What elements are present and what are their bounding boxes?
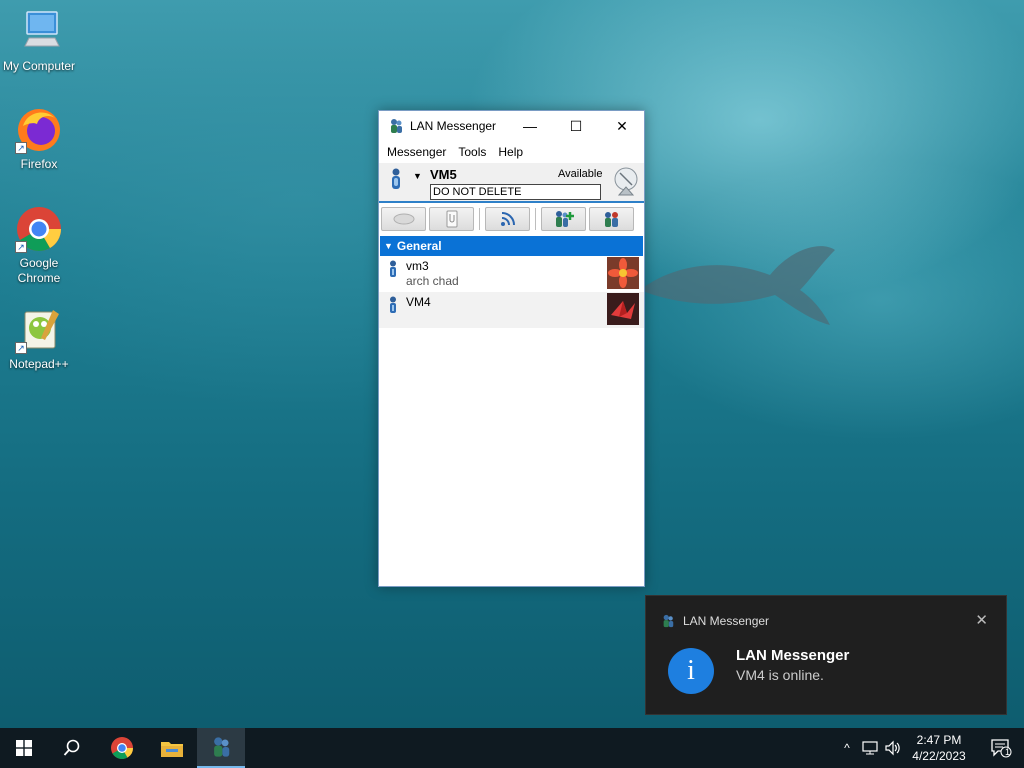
desktop-icon-label: Notepad++ [9,357,69,371]
attachment-icon [446,210,457,228]
user-status[interactable]: Available [558,168,602,180]
chrome-icon [111,737,133,759]
lan-messenger-app-icon [663,614,674,628]
notification-app-name: LAN Messenger [683,614,770,628]
contact-name: vm3 [406,259,429,273]
broadcast-icon [500,212,515,226]
windows-logo-icon [16,740,32,756]
user-profile-panel: ▼ VM5 Available [379,163,644,203]
user-name: VM5 [430,167,457,182]
collapse-triangle-icon: ▼ [384,241,393,251]
lan-messenger-window[interactable]: LAN Messenger — ☐ ✕ Messenger Tools Help… [378,110,645,587]
minimize-icon: — [523,118,537,134]
chrome-icon: ↗ [15,205,63,253]
broadcast-button[interactable] [485,207,530,231]
menu-help[interactable]: Help [494,145,531,159]
action-toolbar [379,203,644,235]
shortcut-arrow-icon: ↗ [15,142,27,154]
network-icon[interactable] [862,740,880,756]
add-contact-button[interactable] [541,207,586,231]
contact-list-item[interactable]: VM4 [379,292,644,328]
contact-avatar-origami-crane [607,293,639,325]
contact-list-item[interactable]: vm3 arch chad [379,256,644,292]
window-titlebar[interactable]: LAN Messenger — ☐ ✕ [379,111,644,141]
toolbar-separator [535,208,536,230]
lan-messenger-icon [214,737,230,757]
file-explorer-icon [161,742,183,757]
notification-message: VM4 is online. [736,667,824,683]
taskbar-lan-messenger[interactable] [197,728,245,768]
contact-avatar-flower [607,257,639,289]
contact-group-header[interactable]: ▼ General [380,236,643,256]
personal-note-input[interactable] [430,184,601,200]
info-glyph: i [687,655,695,686]
notification-header: LAN Messenger [661,614,769,628]
minimize-button[interactable]: — [507,111,553,141]
taskbar-search-button[interactable] [48,728,96,768]
my-computer-icon [15,8,63,56]
taskbar-chrome[interactable] [98,728,146,768]
desktop-icon-google-chrome[interactable]: ↗ Google Chrome [0,205,78,286]
taskbar: ^ 2:47 PM 4/22/2023 1 [0,728,1024,768]
shortcut-arrow-icon: ↗ [15,241,27,253]
wallpaper-fish-silhouette [640,246,835,325]
user-status-icon[interactable] [389,168,403,190]
firefox-icon: ↗ [15,106,63,154]
contact-status-icon [390,260,396,277]
search-icon [63,739,80,756]
notification-toast[interactable]: LAN Messenger ✕ i LAN Messenger VM4 is o… [645,595,1007,715]
start-button[interactable] [0,728,48,768]
maximize-icon: ☐ [569,117,583,134]
chat-button[interactable] [381,207,426,231]
desktop-icon-label: Google Chrome [17,256,61,285]
volume-icon[interactable] [884,740,902,756]
user-group-icon [604,212,618,227]
notepad-plus-plus-icon: ↗ [15,306,63,354]
action-center-button[interactable]: 1 [978,728,1024,768]
show-hidden-icons-chevron-icon[interactable]: ^ [838,741,856,755]
system-tray: ^ [838,728,902,768]
send-file-button[interactable] [429,207,474,231]
shortcut-arrow-icon: ↗ [15,342,27,354]
desktop-icon-firefox[interactable]: ↗ Firefox [0,106,78,172]
info-icon: i [668,648,714,694]
taskbar-clock[interactable]: 2:47 PM 4/22/2023 [903,732,975,764]
desktop-icon-my-computer[interactable]: My Computer [0,8,78,74]
broadcast-satellite-icon [614,167,638,196]
clock-time: 2:47 PM [916,733,962,747]
taskbar-file-explorer[interactable] [148,728,196,768]
maximize-button[interactable]: ☐ [553,111,599,141]
menu-messenger[interactable]: Messenger [383,145,454,159]
chat-bubble-icon [393,213,414,225]
close-button[interactable]: ✕ [599,111,645,141]
menu-tools[interactable]: Tools [454,145,494,159]
lan-messenger-app-icon [391,119,402,133]
notification-count-badge: 1 [1005,747,1011,757]
group-settings-button[interactable] [589,207,634,231]
notification-close-icon[interactable]: ✕ [975,611,988,629]
desktop-icon-notepad-plus-plus[interactable]: ↗ Notepad++ [0,306,78,372]
desktop-icon-label: My Computer [2,59,76,73]
toolbar-separator [479,208,480,230]
desktop-icon-label: Firefox [20,157,58,171]
group-name: General [396,239,442,253]
clock-date: 4/22/2023 [912,749,966,763]
add-user-icon [555,211,574,227]
contact-status-icon [390,296,396,313]
close-icon: ✕ [616,117,628,134]
contact-note: arch chad [406,274,459,288]
contact-name: VM4 [406,295,431,309]
notification-title: LAN Messenger [736,647,850,664]
status-dropdown-icon[interactable]: ▼ [413,171,422,181]
menu-bar: Messenger Tools Help [379,141,644,163]
window-title: LAN Messenger [410,119,497,133]
